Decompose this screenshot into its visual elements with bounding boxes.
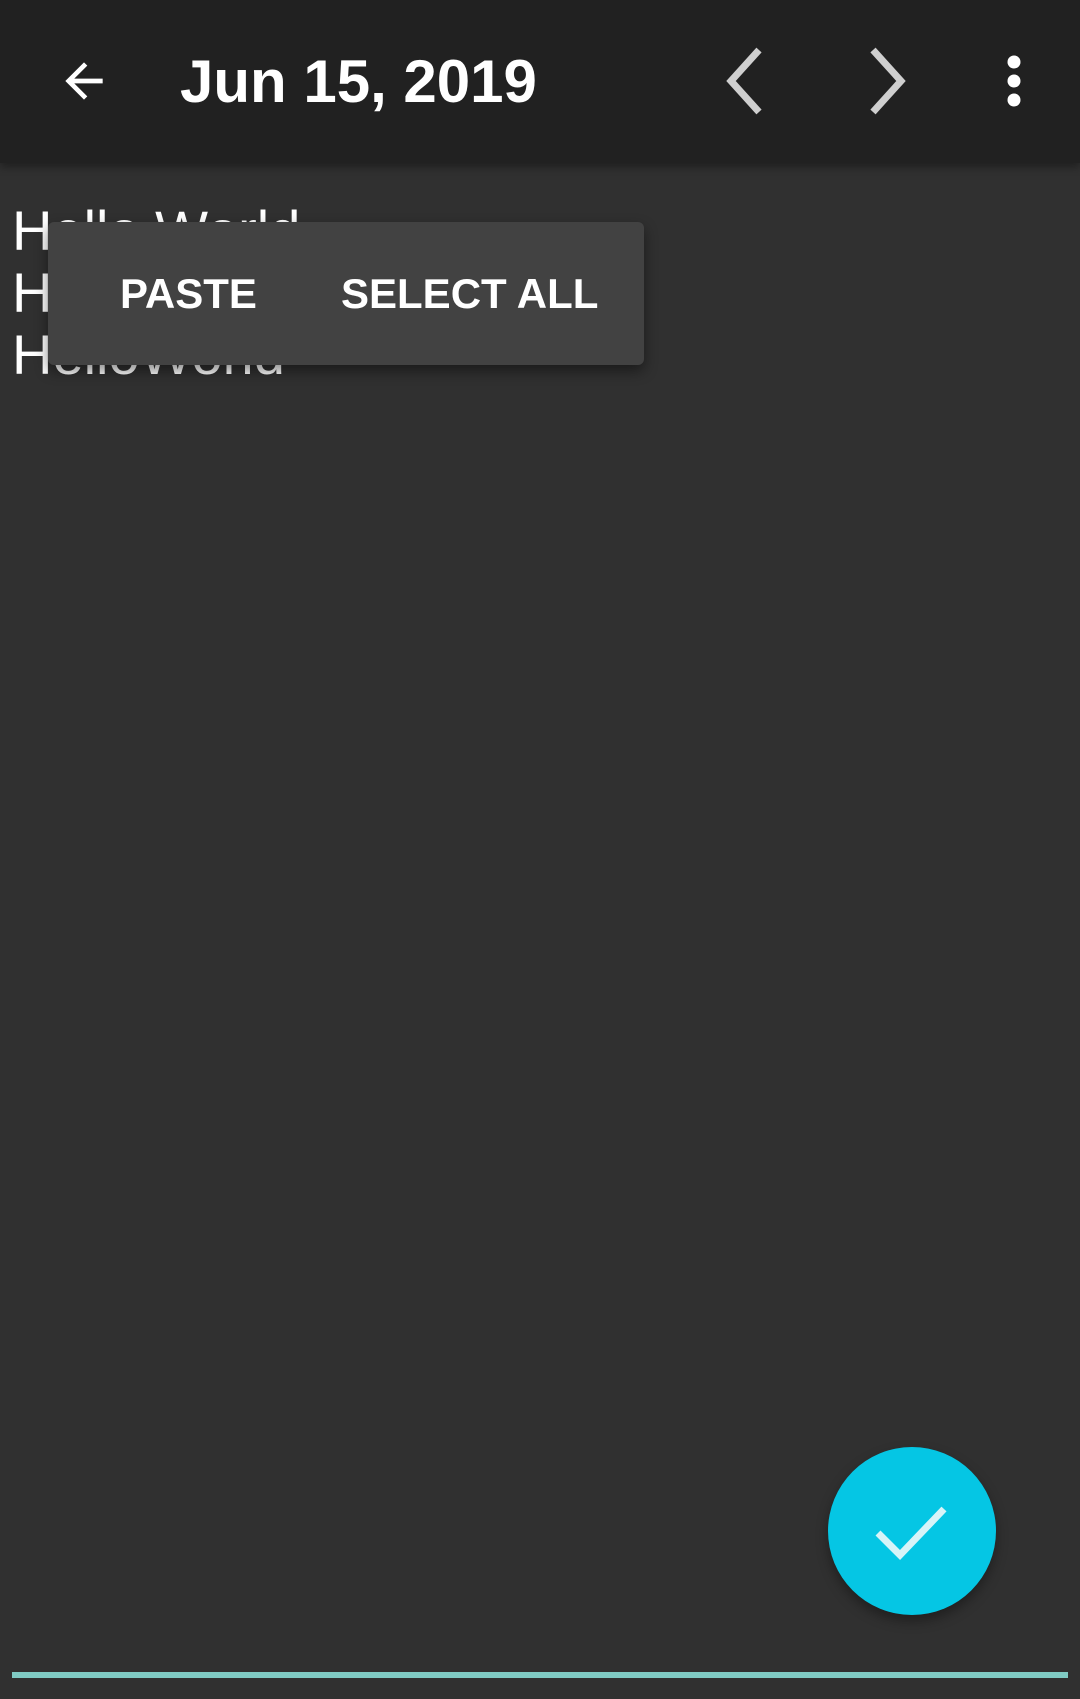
next-day-button[interactable]	[832, 26, 942, 136]
back-button[interactable]	[29, 26, 139, 136]
check-icon	[875, 1506, 947, 1561]
chevron-right-icon	[870, 47, 906, 115]
more-vert-icon	[1007, 55, 1021, 107]
top-app-bar: Jun 15, 2019	[0, 0, 1080, 163]
previous-day-button[interactable]	[690, 26, 800, 136]
save-fab-button[interactable]	[828, 1447, 996, 1615]
paste-button[interactable]: PASTE	[120, 222, 257, 365]
text-field-underline	[12, 1672, 1068, 1678]
more-options-button[interactable]	[959, 26, 1069, 136]
chevron-left-icon	[726, 47, 762, 115]
select-all-button[interactable]: SELECT ALL	[341, 222, 598, 365]
text-context-menu: PASTE SELECT ALL	[48, 222, 644, 365]
arrow-left-icon	[65, 62, 103, 100]
page-title: Jun 15, 2019	[180, 48, 537, 115]
